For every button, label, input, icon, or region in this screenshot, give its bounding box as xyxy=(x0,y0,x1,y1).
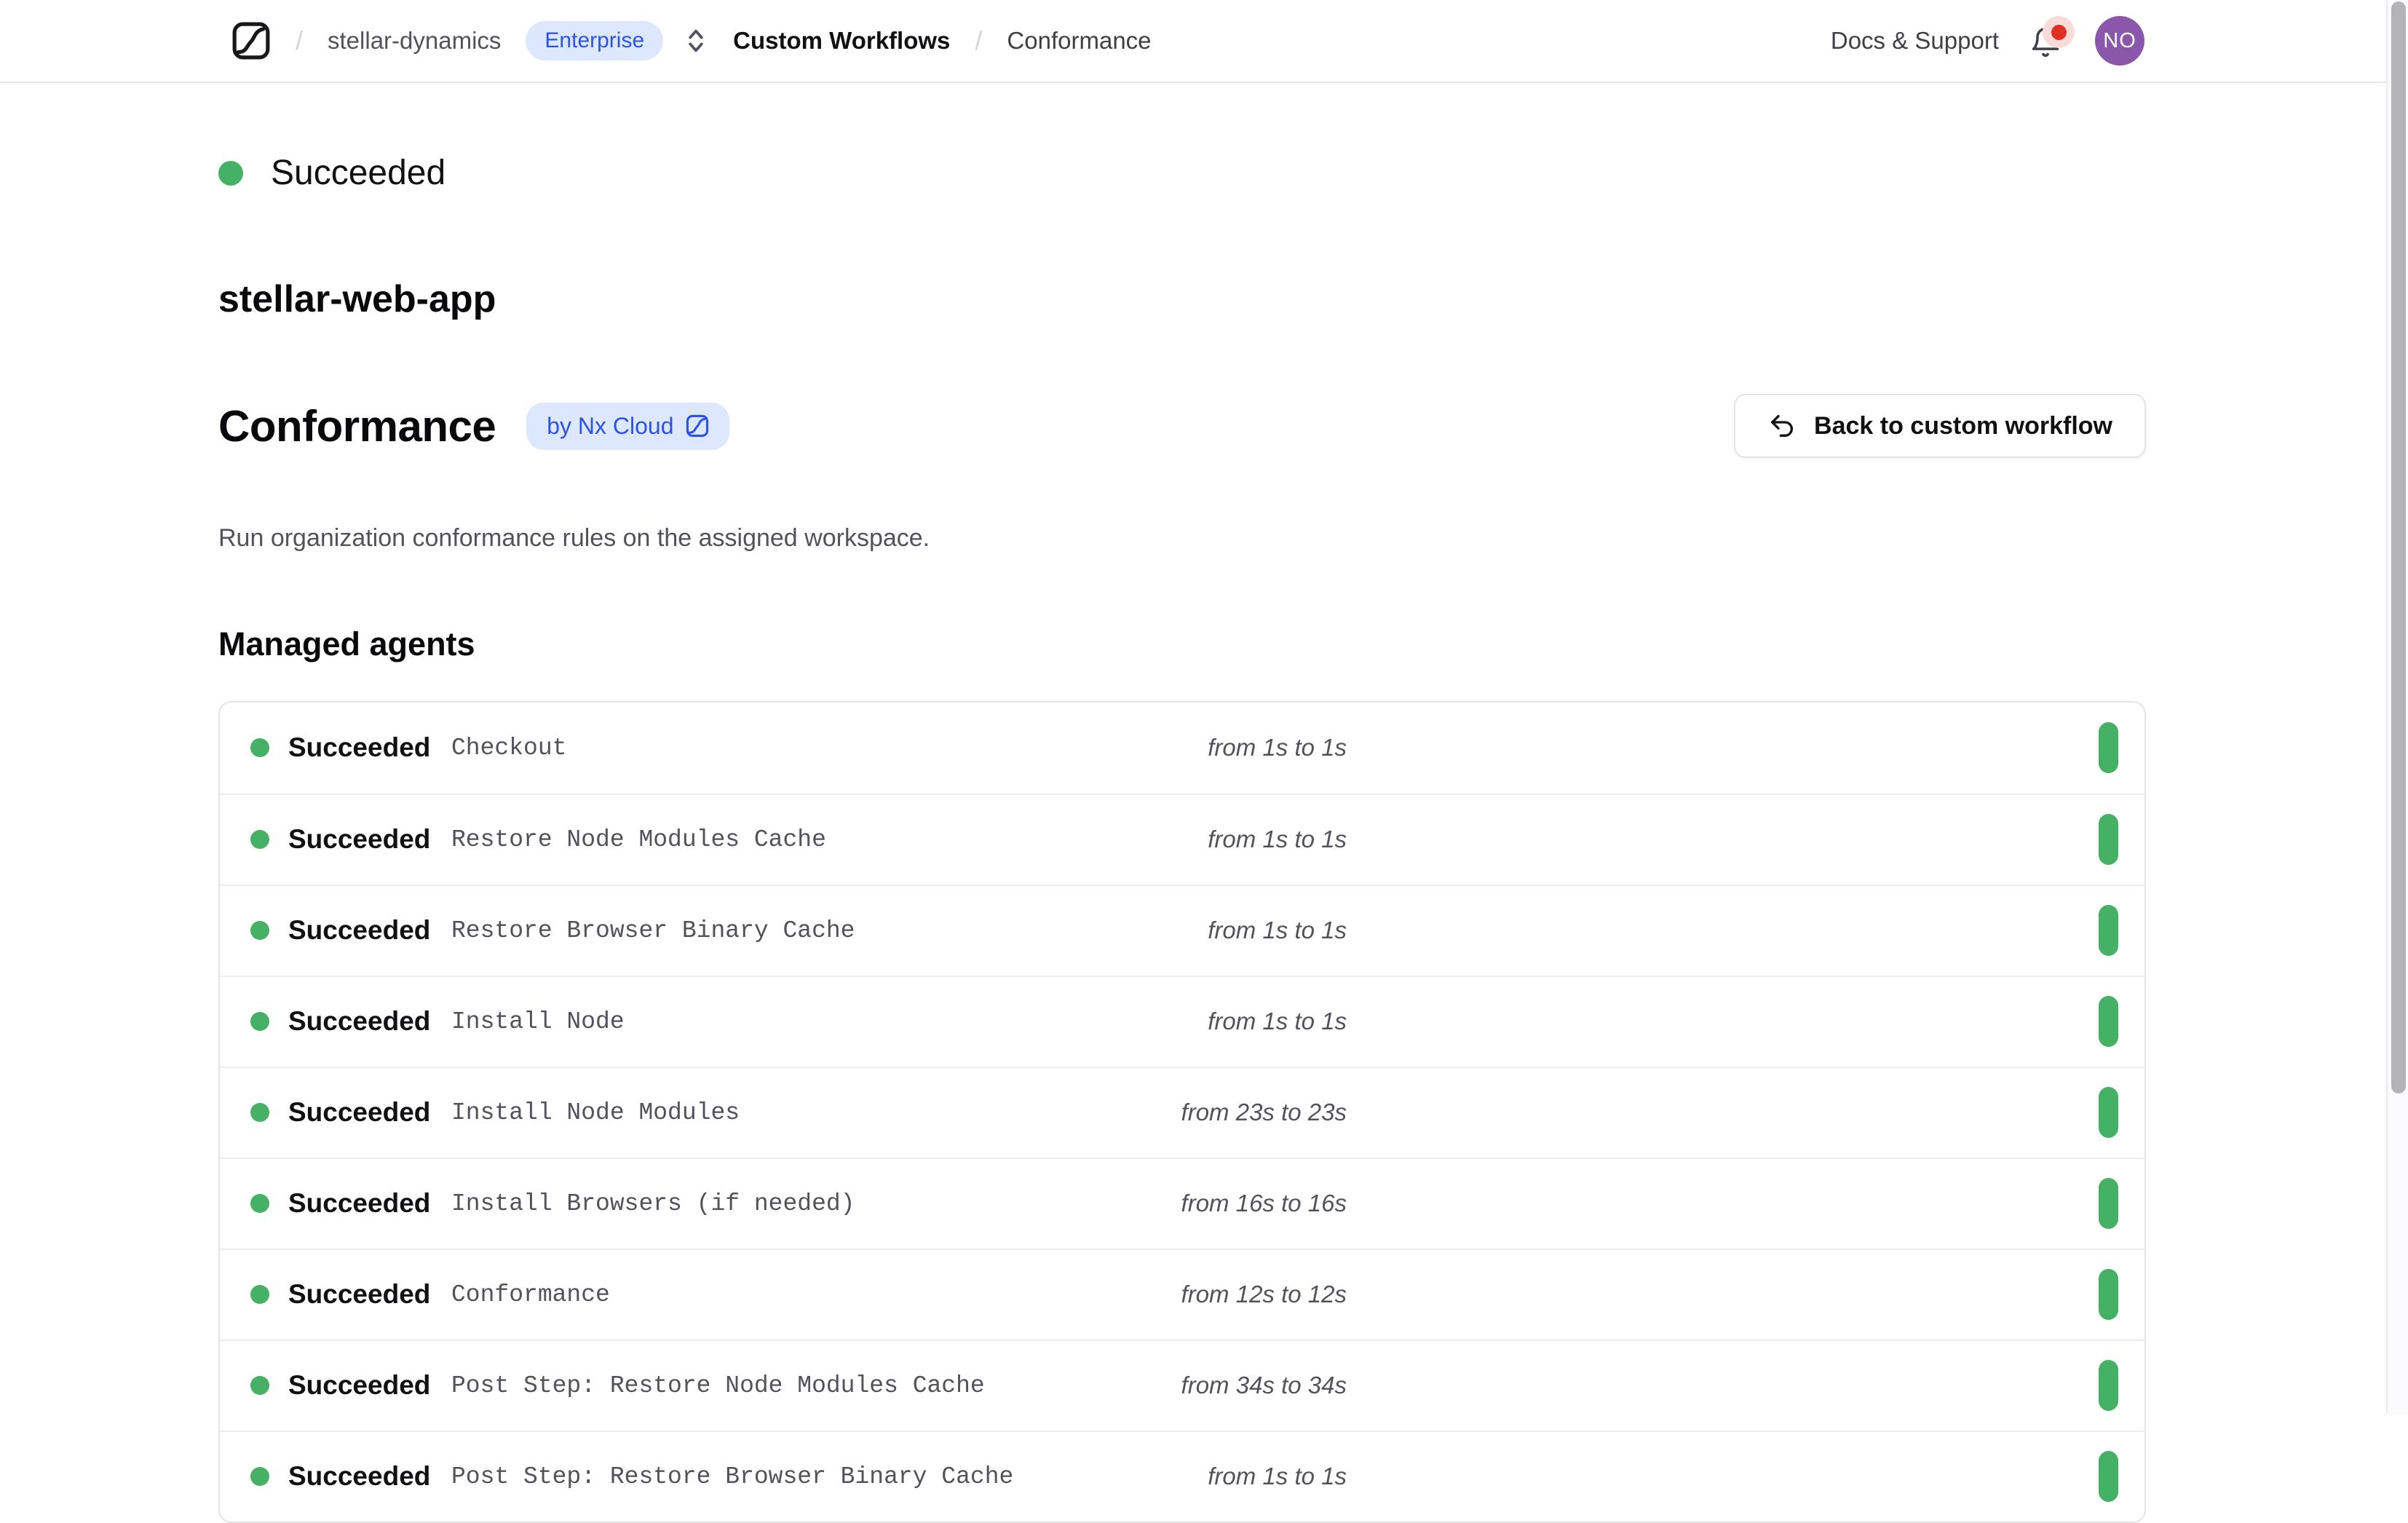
agent-step-name: Install Browsers (if needed) xyxy=(451,1190,1179,1217)
agent-timing: from 1s to 1s xyxy=(1179,917,1347,944)
agent-timing: from 23s to 23s xyxy=(1179,1099,1347,1126)
breadcrumb-org[interactable]: stellar-dynamics xyxy=(328,27,501,55)
agent-row[interactable]: Succeeded Restore Browser Binary Cache f… xyxy=(220,885,2144,976)
chevron-up-down-icon xyxy=(684,26,708,55)
agents-list: Succeeded Checkout from 1s to 1s Succeed… xyxy=(218,701,2146,1523)
agent-status: Succeeded xyxy=(288,1461,430,1492)
agent-step-name: Restore Browser Binary Cache xyxy=(451,917,1179,944)
status-dot xyxy=(250,1467,269,1486)
status-dot xyxy=(250,921,269,940)
workflow-description: Run organization conformance rules on th… xyxy=(218,524,2146,553)
breadcrumb: / stellar-dynamics Enterprise Custom Wor… xyxy=(231,21,1152,60)
provider-badge-label: by Nx Cloud xyxy=(547,413,673,440)
agent-status: Succeeded xyxy=(288,1097,430,1128)
agent-row[interactable]: Succeeded Checkout from 1s to 1s xyxy=(220,703,2144,794)
agent-status: Succeeded xyxy=(288,732,430,763)
agent-row[interactable]: Succeeded Install Browsers (if needed) f… xyxy=(220,1158,2144,1249)
status-dot xyxy=(250,1012,269,1031)
duration-bar xyxy=(2099,1451,2118,1502)
agent-step-name: Post Step: Restore Browser Binary Cache xyxy=(451,1463,1179,1490)
agent-status: Succeeded xyxy=(288,824,430,855)
docs-support-link[interactable]: Docs & Support xyxy=(1831,27,1999,55)
agent-row[interactable]: Succeeded Conformance from 12s to 12s xyxy=(220,1249,2144,1340)
provider-badge[interactable]: by Nx Cloud xyxy=(526,403,729,450)
topbar: / stellar-dynamics Enterprise Custom Wor… xyxy=(0,0,2386,83)
agent-step-name: Install Node Modules xyxy=(451,1099,1179,1126)
agent-status: Succeeded xyxy=(288,1188,430,1219)
agent-timing: from 1s to 1s xyxy=(1179,1008,1347,1035)
status-dot xyxy=(250,1103,269,1122)
notification-dot xyxy=(2051,25,2067,40)
agent-status: Succeeded xyxy=(288,915,430,946)
agent-step-name: Conformance xyxy=(451,1281,1179,1308)
run-status-label: Succeeded xyxy=(271,153,445,193)
duration-bar xyxy=(2099,1269,2118,1320)
agent-status: Succeeded xyxy=(288,1279,430,1310)
status-dot xyxy=(218,161,243,186)
scrollbar-thumb[interactable] xyxy=(2391,1,2406,1093)
workspace-switcher-button[interactable] xyxy=(684,26,708,55)
duration-bar xyxy=(2099,814,2118,865)
agent-timing: from 1s to 1s xyxy=(1179,826,1347,853)
agent-row[interactable]: Succeeded Restore Node Modules Cache fro… xyxy=(220,794,2144,885)
notification-halo xyxy=(2043,16,2075,48)
back-to-custom-workflow-button[interactable]: Back to custom workflow xyxy=(1734,394,2146,458)
agent-step-name: Checkout xyxy=(451,735,1179,762)
agent-step-name: Install Node xyxy=(451,1008,1179,1035)
duration-bar xyxy=(2099,1087,2118,1138)
status-dot xyxy=(250,1376,269,1395)
breadcrumb-separator: / xyxy=(296,25,303,56)
breadcrumb-section[interactable]: Custom Workflows xyxy=(733,27,950,55)
agent-row[interactable]: Succeeded Post Step: Restore Node Module… xyxy=(220,1340,2144,1431)
agent-step-name: Post Step: Restore Node Modules Cache xyxy=(451,1372,1179,1399)
notifications-button[interactable] xyxy=(2029,23,2064,58)
agent-status: Succeeded xyxy=(288,1370,430,1401)
run-status: Succeeded xyxy=(218,153,2146,193)
breadcrumb-separator: / xyxy=(975,25,982,56)
duration-bar xyxy=(2099,905,2118,956)
duration-bar xyxy=(2099,1360,2118,1411)
duration-bar xyxy=(2099,722,2118,773)
status-dot xyxy=(250,1285,269,1304)
breadcrumb-page[interactable]: Conformance xyxy=(1007,27,1151,55)
undo-arrow-icon xyxy=(1767,411,1797,440)
agent-status: Succeeded xyxy=(288,1006,430,1037)
agent-row[interactable]: Succeeded Post Step: Restore Browser Bin… xyxy=(220,1431,2144,1522)
status-dot xyxy=(250,830,269,849)
agent-timing: from 1s to 1s xyxy=(1179,734,1347,762)
status-dot xyxy=(250,1194,269,1213)
status-dot xyxy=(250,738,269,757)
agent-row[interactable]: Succeeded Install Node from 1s to 1s xyxy=(220,976,2144,1067)
agent-timing: from 1s to 1s xyxy=(1179,1463,1347,1490)
managed-agents-heading: Managed agents xyxy=(218,625,2146,663)
duration-bar xyxy=(2099,1178,2118,1229)
page-title: Conformance xyxy=(218,401,496,451)
main-content: Succeeded stellar-web-app Conformance by… xyxy=(0,83,2386,1523)
workspace-title: stellar-web-app xyxy=(218,277,2146,321)
agent-step-name: Restore Node Modules Cache xyxy=(451,826,1179,853)
agent-timing: from 16s to 16s xyxy=(1179,1190,1347,1217)
nx-cloud-badge-icon xyxy=(686,414,709,438)
plan-badge: Enterprise xyxy=(526,21,663,60)
avatar[interactable]: NO xyxy=(2095,16,2144,66)
agent-timing: from 34s to 34s xyxy=(1179,1372,1347,1399)
nx-cloud-logo-icon[interactable] xyxy=(231,21,271,60)
scrollbar-track[interactable] xyxy=(2386,0,2408,1414)
agent-timing: from 12s to 12s xyxy=(1179,1281,1347,1308)
agent-row[interactable]: Succeeded Install Node Modules from 23s … xyxy=(220,1067,2144,1158)
duration-bar xyxy=(2099,996,2118,1047)
back-button-label: Back to custom workflow xyxy=(1814,412,2112,440)
